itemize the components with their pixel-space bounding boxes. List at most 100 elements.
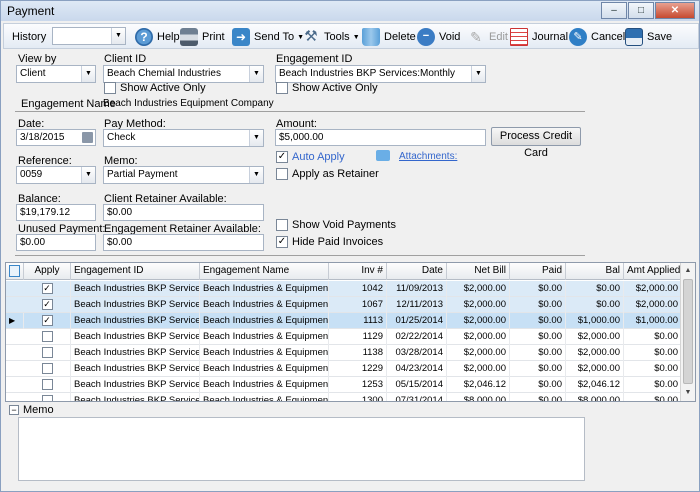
cell-applied: $0.00 (624, 361, 682, 377)
send-to-button[interactable]: ➜ Send To ▼ (232, 27, 304, 47)
grid-header: Apply Engagement ID Engagement Name Inv … (6, 263, 695, 280)
cell-inv: 1229 (329, 361, 387, 377)
apply-checkbox[interactable] (41, 395, 53, 401)
table-row[interactable]: ✓ Beach Industries BKP Services:MoBeach I… (6, 297, 682, 313)
history-dropdown[interactable]: ▼ (52, 27, 126, 45)
help-button[interactable]: ? Help (135, 27, 180, 47)
trash-icon (362, 28, 380, 46)
engagement-name-label: Engagement Name (21, 98, 116, 110)
client-id-dropdown[interactable]: Beach Chemial Industries ▼ (103, 65, 264, 83)
column-header-bal[interactable]: Bal (566, 263, 624, 280)
date-field[interactable]: 3/18/2015 (16, 129, 96, 146)
hide-paid-invoices-checkbox[interactable]: ✓ Hide Paid Invoices (276, 236, 383, 248)
print-button[interactable]: Print (180, 27, 225, 47)
send-arrow-icon: ➜ (232, 28, 250, 46)
column-header-amt-applied[interactable]: Amt Applied (624, 263, 682, 280)
tools-button[interactable]: ⚒ Tools ▼ (302, 27, 359, 47)
apply-checkbox[interactable] (41, 379, 53, 390)
column-header-apply[interactable]: Apply (24, 263, 71, 280)
apply-as-retainer-checkbox[interactable]: Apply as Retainer (276, 168, 379, 180)
view-by-dropdown[interactable]: Client ▼ (16, 65, 96, 83)
cell-date: 01/25/2014 (387, 313, 447, 329)
cell-applied: $2,000.00 (624, 297, 682, 313)
table-row[interactable]: ▶ ✓ Beach Industries BKP Services:MoBeach … (6, 313, 682, 329)
printer-icon (180, 28, 198, 46)
scroll-up-icon[interactable]: ▲ (682, 264, 694, 278)
cell-inv: 1253 (329, 377, 387, 393)
cell-date: 12/11/2013 (387, 297, 447, 313)
apply-checkbox[interactable]: ✓ (41, 315, 53, 326)
grid-scrollbar[interactable]: ▲ ▼ (680, 263, 695, 401)
cell-date: 04/23/2014 (387, 361, 447, 377)
calendar-icon[interactable] (82, 132, 93, 143)
scroll-down-icon[interactable]: ▼ (682, 386, 694, 400)
cell-apply[interactable] (24, 329, 71, 345)
table-row[interactable]: Beach Industries BKP Services:MoBeach In… (6, 345, 682, 361)
table-row[interactable]: Beach Industries BKP Services:MoBeach In… (6, 329, 682, 345)
column-header-engagement-name[interactable]: Engagement Name (200, 263, 329, 280)
cell-apply[interactable]: ✓ (24, 313, 71, 329)
cell-applied: $0.00 (624, 377, 682, 393)
column-header-date[interactable]: Date (387, 263, 447, 280)
cell-apply[interactable] (24, 377, 71, 393)
paperclip-icon[interactable] (376, 150, 390, 161)
table-row[interactable]: ✓ Beach Industries BKP Services:MoBeach I… (6, 281, 682, 297)
grid-settings-icon (9, 265, 20, 277)
apply-checkbox[interactable]: ✓ (41, 299, 53, 310)
client-retainer-field: $0.00 (103, 204, 264, 221)
column-header-inv-number[interactable]: Inv # (329, 263, 387, 280)
process-credit-card-button[interactable]: Process Credit Card (491, 127, 581, 159)
column-header-paid[interactable]: Paid (510, 263, 566, 280)
cell-net: $2,000.00 (447, 361, 510, 377)
column-header-engagement-id[interactable]: Engagement ID (71, 263, 200, 280)
engagement-show-active-checkbox[interactable]: Show Active Only (276, 82, 378, 94)
save-icon (625, 28, 643, 46)
cell-apply[interactable] (24, 345, 71, 361)
cell-eng-id: Beach Industries BKP Services:Mo (71, 281, 200, 297)
apply-checkbox[interactable]: ✓ (41, 283, 53, 294)
journal-button[interactable]: Journal (510, 27, 568, 47)
void-button[interactable]: − Void (417, 27, 460, 47)
delete-button[interactable]: Delete (362, 27, 416, 47)
apply-checkbox[interactable] (41, 363, 53, 374)
close-button[interactable]: ✕ (655, 2, 695, 19)
cell-apply[interactable] (24, 361, 71, 377)
reference-dropdown[interactable]: 0059 ▼ (16, 166, 96, 184)
cell-eng-id: Beach Industries BKP Services:Mo (71, 313, 200, 329)
cell-eng-name: Beach Industries & Equipment Co (200, 297, 329, 313)
memo-textarea[interactable] (18, 417, 585, 481)
memo-dropdown[interactable]: Partial Payment ▼ (103, 166, 264, 184)
collapse-icon[interactable]: − (9, 405, 19, 415)
cancel-button[interactable]: ✎ Cancel (569, 27, 625, 47)
save-button[interactable]: Save (625, 27, 672, 47)
attachments-link[interactable]: Attachments: (399, 151, 457, 162)
scroll-thumb[interactable] (683, 279, 693, 384)
cell-apply[interactable] (24, 393, 71, 401)
divider (15, 255, 585, 256)
apply-checkbox[interactable] (41, 347, 53, 358)
cell-net: $2,000.00 (447, 329, 510, 345)
show-void-payments-checkbox[interactable]: Show Void Payments (276, 219, 396, 231)
table-row[interactable]: Beach Industries BKP Services:MoBeach In… (6, 393, 682, 401)
apply-checkbox[interactable] (41, 331, 53, 342)
auto-apply-checkbox[interactable]: ✓ Auto Apply (276, 151, 345, 163)
table-row[interactable]: Beach Industries BKP Services:MoBeach In… (6, 377, 682, 393)
window-title: Payment (7, 4, 55, 18)
memo-section-header[interactable]: − Memo (9, 404, 54, 416)
client-show-active-checkbox[interactable]: Show Active Only (104, 82, 206, 94)
pay-method-dropdown[interactable]: Check ▼ (103, 129, 264, 147)
cell-apply[interactable]: ✓ (24, 281, 71, 297)
grid-options-button[interactable] (6, 263, 24, 280)
column-header-net-bill[interactable]: Net Bill (447, 263, 510, 280)
table-row[interactable]: Beach Industries BKP Services:MoBeach In… (6, 361, 682, 377)
divider (15, 111, 585, 112)
maximize-button[interactable]: □ (628, 2, 654, 19)
edit-button[interactable]: ✎ Edit (467, 27, 508, 47)
cell-date: 11/09/2013 (387, 281, 447, 297)
cell-applied: $1,000.00 (624, 313, 682, 329)
cell-inv: 1042 (329, 281, 387, 297)
cell-apply[interactable]: ✓ (24, 297, 71, 313)
minimize-button[interactable]: – (601, 2, 627, 19)
amount-field[interactable]: $5,000.00 (275, 129, 486, 146)
engagement-id-dropdown[interactable]: Beach Industries BKP Services:Monthly ▼ (275, 65, 486, 83)
